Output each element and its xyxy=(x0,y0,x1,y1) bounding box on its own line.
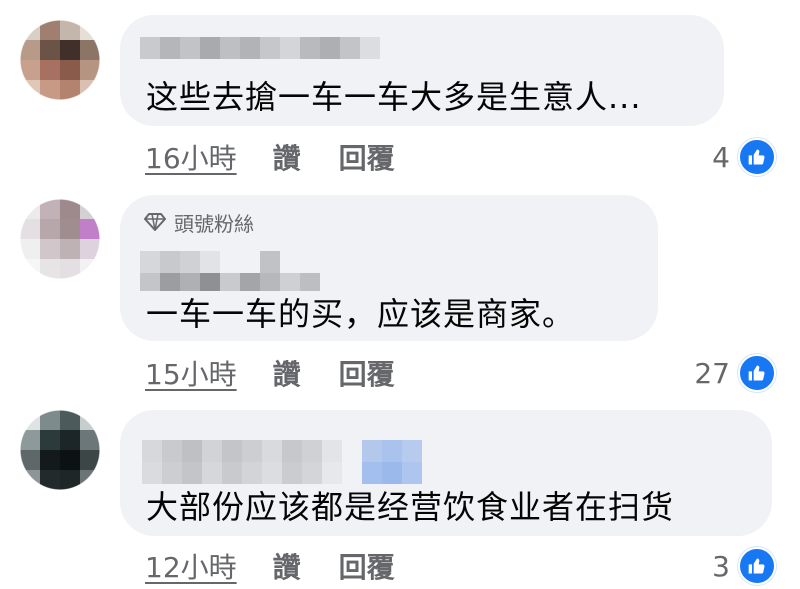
comment-bubble: 大部份应该都是经营饮食业者在扫货 xyxy=(120,410,772,536)
comment-time[interactable]: 12小時 xyxy=(145,546,237,586)
comment-text: 这些去搶一车一车大多是生意人... xyxy=(146,78,642,116)
author-name-blurred[interactable] xyxy=(140,37,380,59)
comment-actions: 15小時 讚 回覆 xyxy=(145,355,433,391)
avatar[interactable] xyxy=(20,199,100,279)
avatar[interactable] xyxy=(20,20,100,100)
reply-button[interactable]: 回覆 xyxy=(339,546,395,586)
comment-bubble: 頭號粉絲 一车一车的买，应该是商家。 xyxy=(120,195,658,341)
reaction-count: 3 xyxy=(712,549,730,583)
like-button[interactable]: 讚 xyxy=(273,137,301,177)
reaction-summary[interactable]: 4 xyxy=(712,137,776,177)
top-fan-badge: 頭號粉絲 xyxy=(144,209,254,236)
reaction-count: 4 xyxy=(712,140,730,174)
comment-actions: 12小時 讚 回覆 xyxy=(145,548,433,584)
comment-time[interactable]: 15小時 xyxy=(145,353,237,393)
comment-text: 大部份应该都是经营饮食业者在扫货 xyxy=(146,488,675,526)
reaction-count: 27 xyxy=(694,356,730,390)
author-name-blurred[interactable] xyxy=(140,251,320,291)
thumbs-up-icon xyxy=(738,138,776,176)
reaction-summary[interactable]: 27 xyxy=(694,353,776,393)
reaction-summary[interactable]: 3 xyxy=(712,546,776,586)
thumbs-up-icon xyxy=(738,547,776,585)
avatar[interactable] xyxy=(20,410,100,490)
author-name-blurred[interactable] xyxy=(142,440,422,484)
thumbs-up-icon xyxy=(738,354,776,392)
reply-button[interactable]: 回覆 xyxy=(339,137,395,177)
reply-button[interactable]: 回覆 xyxy=(339,353,395,393)
diamond-icon xyxy=(144,213,166,231)
like-button[interactable]: 讚 xyxy=(273,353,301,393)
top-fan-label: 頭號粉絲 xyxy=(174,211,254,236)
like-button[interactable]: 讚 xyxy=(273,546,301,586)
comment-bubble: 这些去搶一车一车大多是生意人... xyxy=(120,15,724,126)
comment-actions: 16小時 讚 回覆 xyxy=(145,139,433,175)
comment-time[interactable]: 16小時 xyxy=(145,137,237,177)
comment-text: 一车一车的买，应该是商家。 xyxy=(146,295,576,333)
